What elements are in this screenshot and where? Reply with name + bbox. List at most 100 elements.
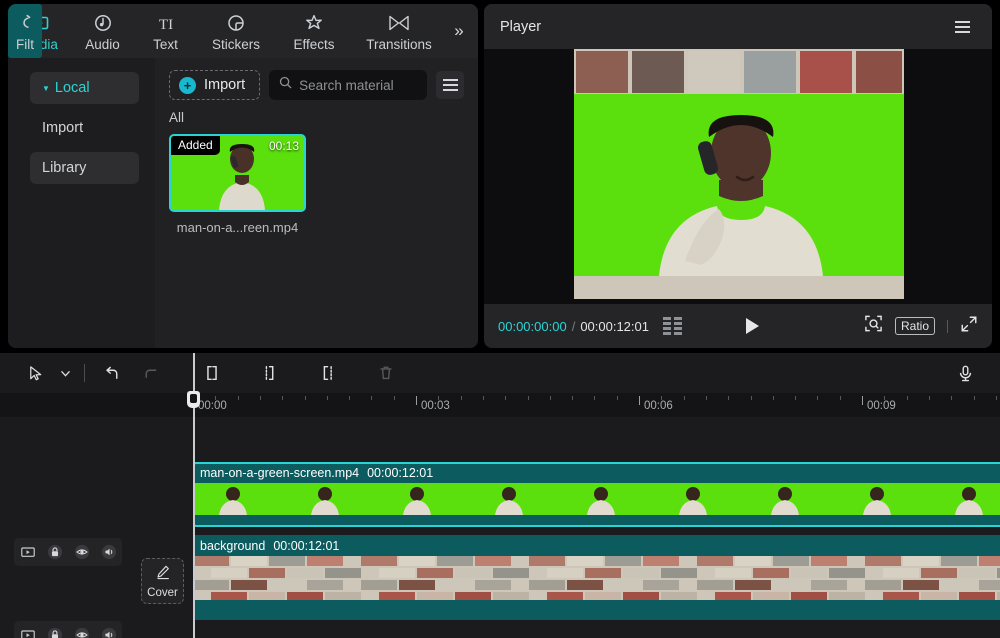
timecode-separator: /	[572, 319, 576, 334]
media-panel: Media Audio TI	[8, 4, 478, 348]
tab-stickers[interactable]: Stickers	[197, 4, 275, 58]
speaker-icon[interactable]	[100, 626, 118, 638]
fullscreen-icon[interactable]	[960, 315, 978, 338]
tab-transitions[interactable]: Transitions	[353, 4, 445, 58]
track-headers	[0, 417, 136, 638]
tab-text[interactable]: TI Text	[134, 4, 197, 58]
sidebar-item-library[interactable]: Library	[30, 152, 139, 184]
ruler-minor-tick	[617, 396, 618, 400]
clip-duration: 00:00:12:01	[367, 466, 433, 480]
player-menu-button[interactable]	[948, 13, 976, 41]
ratio-button[interactable]: Ratio	[895, 317, 935, 335]
ruler-minor-tick	[349, 396, 350, 400]
import-button[interactable]: + Import	[169, 70, 260, 100]
lock-icon[interactable]	[46, 626, 64, 638]
top-panels: Media Audio TI	[0, 0, 1000, 352]
ruler-minor-tick	[572, 396, 573, 400]
track-video-icon[interactable]	[19, 543, 37, 561]
media-actions-row: + Import Search material	[155, 70, 478, 100]
tab-label: Effects	[293, 37, 334, 52]
ruler-minor-tick	[461, 396, 462, 400]
ruler-minor-tick	[907, 396, 908, 400]
split-right-icon[interactable]	[251, 358, 289, 388]
timeline-tracks: man-on-a-green-screen.mp4 00:00:12:01	[0, 417, 1000, 638]
cursor-dropdown-chevron-down-icon[interactable]	[54, 358, 76, 388]
track-header-2	[14, 621, 122, 638]
ruler-minor-tick	[394, 396, 395, 400]
lock-icon[interactable]	[46, 543, 64, 561]
select-cursor-icon[interactable]	[16, 358, 54, 388]
timeline-clip-background[interactable]: background 00:00:12:01	[193, 535, 1000, 620]
search-input[interactable]: Search material	[269, 70, 427, 100]
split-left-icon[interactable]	[193, 358, 231, 388]
zoom-fit-icon[interactable]	[864, 314, 883, 338]
tab-label: Audio	[85, 37, 120, 52]
sidebar-item-label: Import	[42, 120, 83, 136]
media-card-name: man-on-a...reen.mp4	[169, 220, 306, 235]
ruler-minor-tick	[706, 396, 707, 400]
media-menu-button[interactable]	[436, 71, 464, 99]
ruler-minor-tick	[528, 396, 529, 400]
media-browser: ▼ Local Import Library + Import	[8, 58, 478, 348]
total-timecode: 00:00:12:01	[580, 319, 649, 334]
greenscreen-filmstrip-icon	[193, 483, 1000, 515]
ruler-minor-tick	[282, 396, 283, 400]
microphone-icon[interactable]	[946, 358, 984, 388]
tabs-overflow-button[interactable]: »	[445, 4, 473, 58]
ruler-minor-tick	[260, 396, 261, 400]
timeline-clip-video[interactable]: man-on-a-green-screen.mp4 00:00:12:01	[193, 462, 1000, 527]
ruler-minor-tick	[884, 396, 885, 400]
ruler-minor-tick	[728, 396, 729, 400]
timeline-ruler[interactable]: 00:0000:0300:0600:09	[0, 393, 1000, 417]
cover-button[interactable]: Cover	[141, 558, 184, 604]
ruler-major-tick	[862, 396, 863, 405]
sidebar-item-local[interactable]: ▼ Local	[30, 72, 139, 104]
track-header-1	[14, 538, 122, 566]
brick-filmstrip-icon	[193, 556, 1000, 600]
ruler-minor-tick	[215, 396, 216, 400]
ruler-minor-tick	[661, 396, 662, 400]
media-filter-all[interactable]: All	[155, 100, 478, 125]
eye-icon[interactable]	[73, 626, 91, 638]
frames-view-icon[interactable]	[663, 317, 682, 335]
divider	[84, 364, 85, 382]
track-video-icon[interactable]	[19, 626, 37, 638]
svg-text:TI: TI	[158, 17, 172, 33]
ruler-ticks: 00:0000:0300:0600:09	[193, 393, 1000, 417]
undo-icon[interactable]	[93, 358, 131, 388]
sidebar-item-import[interactable]: Import	[30, 112, 139, 144]
split-icon[interactable]	[309, 358, 347, 388]
player-panel: Player	[484, 4, 992, 348]
video-editor-window: Media Audio TI	[0, 0, 1000, 638]
playhead-handle[interactable]	[187, 391, 200, 408]
text-icon: TI	[155, 11, 177, 35]
search-placeholder: Search material	[299, 78, 394, 93]
preview-stage[interactable]	[484, 49, 992, 304]
play-button[interactable]	[746, 318, 759, 334]
plus-icon: +	[179, 77, 196, 94]
player-controls: 00:00:00:00 / 00:00:12:01	[484, 304, 992, 348]
sidebar-item-label: Library	[42, 160, 86, 176]
playhead[interactable]	[193, 353, 195, 638]
media-card[interactable]: Added 00:13 man-on-a...reen.mp4	[169, 134, 306, 235]
ruler-label: 00:00	[198, 400, 227, 412]
tab-filters[interactable]: Filt	[8, 4, 42, 58]
media-thumbnail[interactable]: Added 00:13	[169, 134, 306, 212]
tab-label: Filt	[16, 37, 34, 52]
ruler-minor-tick	[594, 396, 595, 400]
ruler-minor-tick	[929, 396, 930, 400]
current-timecode: 00:00:00:00	[498, 319, 567, 334]
media-duration: 00:13	[269, 139, 299, 153]
ruler-minor-tick	[795, 396, 796, 400]
speaker-icon[interactable]	[100, 543, 118, 561]
tab-effects[interactable]: Effects	[275, 4, 353, 58]
eye-icon[interactable]	[73, 543, 91, 561]
redo-icon[interactable]	[131, 358, 169, 388]
media-sidebar: ▼ Local Import Library	[8, 58, 155, 348]
delete-icon[interactable]	[367, 358, 405, 388]
tab-audio[interactable]: Audio	[71, 4, 134, 58]
ruler-minor-tick	[505, 396, 506, 400]
ruler-minor-tick	[550, 396, 551, 400]
clip-filmstrip	[193, 556, 1000, 600]
filters-icon	[15, 11, 35, 35]
